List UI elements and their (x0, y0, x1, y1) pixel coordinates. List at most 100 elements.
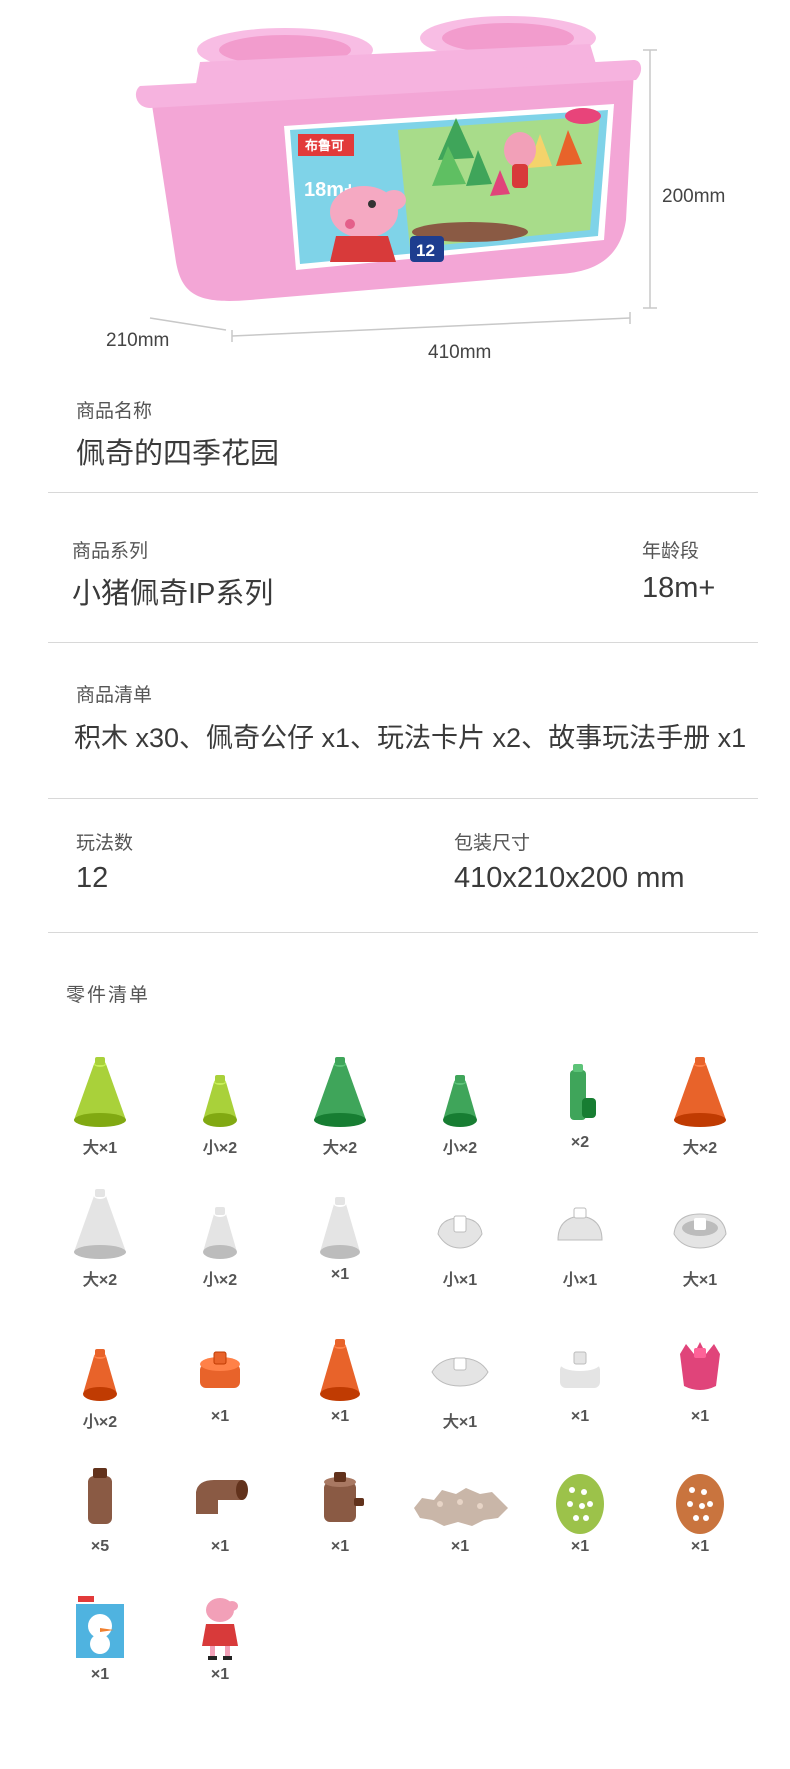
part-item: 小×2 (400, 1040, 520, 1170)
width-dimension: 410mm (428, 342, 492, 363)
age-range: 18m+ (642, 572, 716, 604)
part-quantity: 小×2 (442, 1140, 478, 1157)
part-item: 大×2 (280, 1040, 400, 1170)
part-item: ×5 (40, 1444, 160, 1574)
part-item: 大×1 (40, 1040, 160, 1170)
part-quantity: ×1 (90, 1666, 110, 1683)
white-flower-large-icon (673, 1213, 727, 1249)
part-item: 大×2 (40, 1172, 160, 1302)
white-cone-icon (320, 1197, 360, 1259)
package-size-label: 包装尺寸 (454, 833, 531, 854)
part-quantity: ×1 (570, 1408, 590, 1425)
part-quantity: 小×1 (562, 1272, 598, 1289)
orange-cone-icon (320, 1339, 360, 1401)
lime-cone-large-icon (74, 1057, 126, 1127)
divider (48, 492, 758, 493)
white-flower-small-icon (437, 1215, 483, 1249)
package-size: 410x210x200 mm (454, 862, 685, 894)
brown-stump-icon (324, 1472, 364, 1522)
part-item: 小×2 (160, 1040, 280, 1170)
part-item: ×1 (280, 1444, 400, 1574)
part-quantity: ×1 (210, 1538, 230, 1555)
lime-cone-small-icon (203, 1075, 237, 1127)
white-cone-large-icon (74, 1189, 126, 1259)
part-item: 大×1 (640, 1172, 760, 1302)
product-series-label: 商品系列 (72, 541, 149, 562)
green-round-plate-icon (556, 1474, 604, 1534)
brown-elbow-icon (196, 1480, 248, 1514)
part-quantity: ×1 (210, 1408, 230, 1425)
part-item: ×1 (520, 1314, 640, 1444)
brown-log-icon (88, 1468, 112, 1524)
parts-list-title: 零件清单 (66, 985, 151, 1006)
part-item: ×1 (280, 1314, 400, 1444)
part-item: ×1 (160, 1572, 280, 1702)
green-cone-small-icon (443, 1075, 477, 1127)
depth-dimension: 210mm (106, 330, 170, 351)
product-name: 佩奇的四季花园 (76, 438, 280, 470)
part-quantity: 大×2 (322, 1140, 358, 1157)
part-item: ×1 (640, 1314, 760, 1444)
part-item: 小×1 (520, 1172, 640, 1302)
product-name-label: 商品名称 (76, 401, 153, 422)
part-quantity: ×1 (690, 1538, 710, 1555)
white-cone-small-icon (203, 1207, 237, 1259)
part-quantity: 小×2 (82, 1414, 118, 1431)
part-item: 小×2 (160, 1172, 280, 1302)
part-quantity: 小×1 (442, 1272, 478, 1289)
part-quantity: ×5 (90, 1538, 110, 1555)
height-dimension: 200mm (662, 186, 726, 207)
divider (48, 932, 758, 933)
part-item: 小×1 (400, 1172, 520, 1302)
part-quantity: ×2 (570, 1134, 590, 1151)
part-quantity: ×1 (690, 1408, 710, 1425)
orange-cone-small-icon (83, 1349, 117, 1401)
white-dome-small-icon (557, 1207, 603, 1241)
gear-base-plate-icon (414, 1488, 508, 1526)
divider (48, 798, 758, 799)
orange-round-plate-icon (676, 1474, 724, 1534)
part-quantity: ×1 (330, 1266, 350, 1283)
orange-round-block-icon (200, 1351, 240, 1388)
play-count-label: 玩法数 (76, 833, 134, 854)
play-card-icon (76, 1594, 124, 1658)
part-quantity: ×1 (570, 1538, 590, 1555)
part-item: 大×2 (640, 1040, 760, 1170)
part-quantity: 大×1 (682, 1272, 718, 1289)
part-quantity: ×1 (330, 1408, 350, 1425)
part-quantity: 大×2 (682, 1140, 718, 1157)
part-item: ×1 (160, 1444, 280, 1574)
part-item: 小×2 (40, 1314, 160, 1444)
part-quantity: ×1 (210, 1666, 230, 1683)
product-series: 小猪佩奇IP系列 (72, 578, 274, 610)
part-item: ×1 (280, 1172, 400, 1302)
part-quantity: 小×2 (202, 1140, 238, 1157)
part-quantity: 大×1 (442, 1414, 478, 1431)
part-item: ×1 (400, 1444, 520, 1574)
part-quantity: 大×1 (82, 1140, 118, 1157)
count-badge: 12 (416, 241, 435, 260)
pink-tulip-icon (680, 1342, 720, 1390)
green-stem-icon (570, 1064, 596, 1120)
peppa-figure-icon (202, 1598, 238, 1660)
green-cone-large-icon (314, 1057, 366, 1127)
part-quantity: 大×2 (82, 1272, 118, 1289)
part-quantity: 小×2 (202, 1272, 238, 1289)
part-item: 大×1 (400, 1314, 520, 1444)
product-box-illustration: 布鲁可 18m+ 12 200mm 210mm 410mm (0, 0, 790, 370)
part-quantity: ×1 (330, 1538, 350, 1555)
white-round-block-icon (560, 1351, 600, 1388)
part-item: ×2 (520, 1040, 640, 1170)
contents-label: 商品清单 (76, 685, 153, 706)
divider (48, 642, 758, 643)
contents: 积木 x30、佩奇公仔 x1、玩法卡片 x2、故事玩法手册 x1 (74, 723, 747, 753)
white-flower-plate-large-icon (431, 1357, 489, 1387)
part-quantity: ×1 (450, 1538, 470, 1555)
orange-cone-large-icon (674, 1057, 726, 1127)
part-item: ×1 (160, 1314, 280, 1444)
part-item: ×1 (40, 1572, 160, 1702)
part-item: ×1 (640, 1444, 760, 1574)
play-count: 12 (76, 862, 109, 894)
part-item: ×1 (520, 1444, 640, 1574)
brand-logo: 布鲁可 (305, 138, 344, 154)
